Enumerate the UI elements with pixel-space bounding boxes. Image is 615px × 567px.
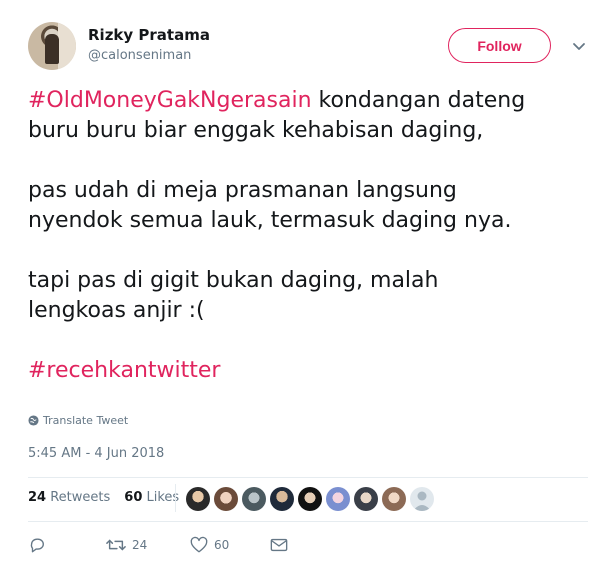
liker-avatar[interactable] xyxy=(186,487,210,511)
message-icon xyxy=(270,538,288,552)
likes-stat[interactable]: 60 Likes xyxy=(124,490,179,505)
retweets-label: Retweets xyxy=(50,490,111,505)
direct-message-button[interactable] xyxy=(270,537,288,553)
liker-avatar[interactable] xyxy=(326,487,350,511)
like-count: 60 xyxy=(214,538,230,552)
retweets-count: 24 xyxy=(28,490,47,505)
tweet-line-4: nyendok semua lauk, termasuk daging nya. xyxy=(28,208,512,233)
tweet-header: Rizky Pratama @calonseniman Follow xyxy=(28,22,598,72)
author-avatar[interactable] xyxy=(28,22,76,70)
liker-avatar[interactable] xyxy=(354,487,378,511)
tweet-text: #OldMoneyGakNgerasain kondangan dateng b… xyxy=(28,86,588,386)
divider xyxy=(28,477,588,478)
tweet-text-segment: kondangan dateng xyxy=(311,88,526,113)
translate-label: Translate Tweet xyxy=(43,414,129,427)
liker-avatar[interactable] xyxy=(410,487,434,511)
chevron-down-icon[interactable] xyxy=(571,38,587,54)
tweet-stats: 24 Retweets 60 Likes xyxy=(28,490,179,505)
liker-avatar[interactable] xyxy=(214,487,238,511)
reply-button[interactable] xyxy=(28,536,106,554)
follow-button[interactable]: Follow xyxy=(448,28,551,63)
liker-avatar[interactable] xyxy=(270,487,294,511)
default-avatar-icon xyxy=(413,491,431,511)
tweet-line-6: lengkoas anjir :( xyxy=(28,298,205,323)
stats-separator xyxy=(175,484,176,512)
liker-avatar[interactable] xyxy=(298,487,322,511)
retweet-button[interactable]: 24 xyxy=(106,536,190,554)
retweet-icon xyxy=(106,539,126,551)
tweet-line-5: tapi pas di gigit bukan daging, malah xyxy=(28,268,439,293)
liker-avatar[interactable] xyxy=(242,487,266,511)
retweet-count: 24 xyxy=(132,538,148,552)
like-button[interactable]: 60 xyxy=(190,536,270,554)
liker-avatar[interactable] xyxy=(382,487,406,511)
tweet-line-3: pas udah di meja prasmanan langsung xyxy=(28,178,457,203)
reply-icon xyxy=(30,538,44,553)
tweet-line-1: #OldMoneyGakNgerasain kondangan dateng xyxy=(28,86,588,116)
translate-tweet-link[interactable]: Translate Tweet xyxy=(28,414,128,427)
retweets-stat[interactable]: 24 Retweets xyxy=(28,490,110,505)
author-handle[interactable]: @calonseniman xyxy=(88,48,191,63)
tweet-line-2: buru buru biar enggak kehabisan daging, xyxy=(28,118,484,143)
likes-count: 60 xyxy=(124,490,143,505)
hashtag-link[interactable]: #OldMoneyGakNgerasain xyxy=(28,88,312,113)
author-name[interactable]: Rizky Pratama xyxy=(88,26,210,44)
tweet-actions: 24 60 xyxy=(28,536,288,554)
globe-icon xyxy=(28,415,39,426)
tweet-timestamp[interactable]: 5:45 AM - 4 Jun 2018 xyxy=(28,446,164,461)
divider xyxy=(28,521,588,522)
hashtag-link[interactable]: #recehkantwitter xyxy=(28,358,220,383)
heart-icon xyxy=(190,536,208,553)
likers-avatars xyxy=(186,487,434,511)
